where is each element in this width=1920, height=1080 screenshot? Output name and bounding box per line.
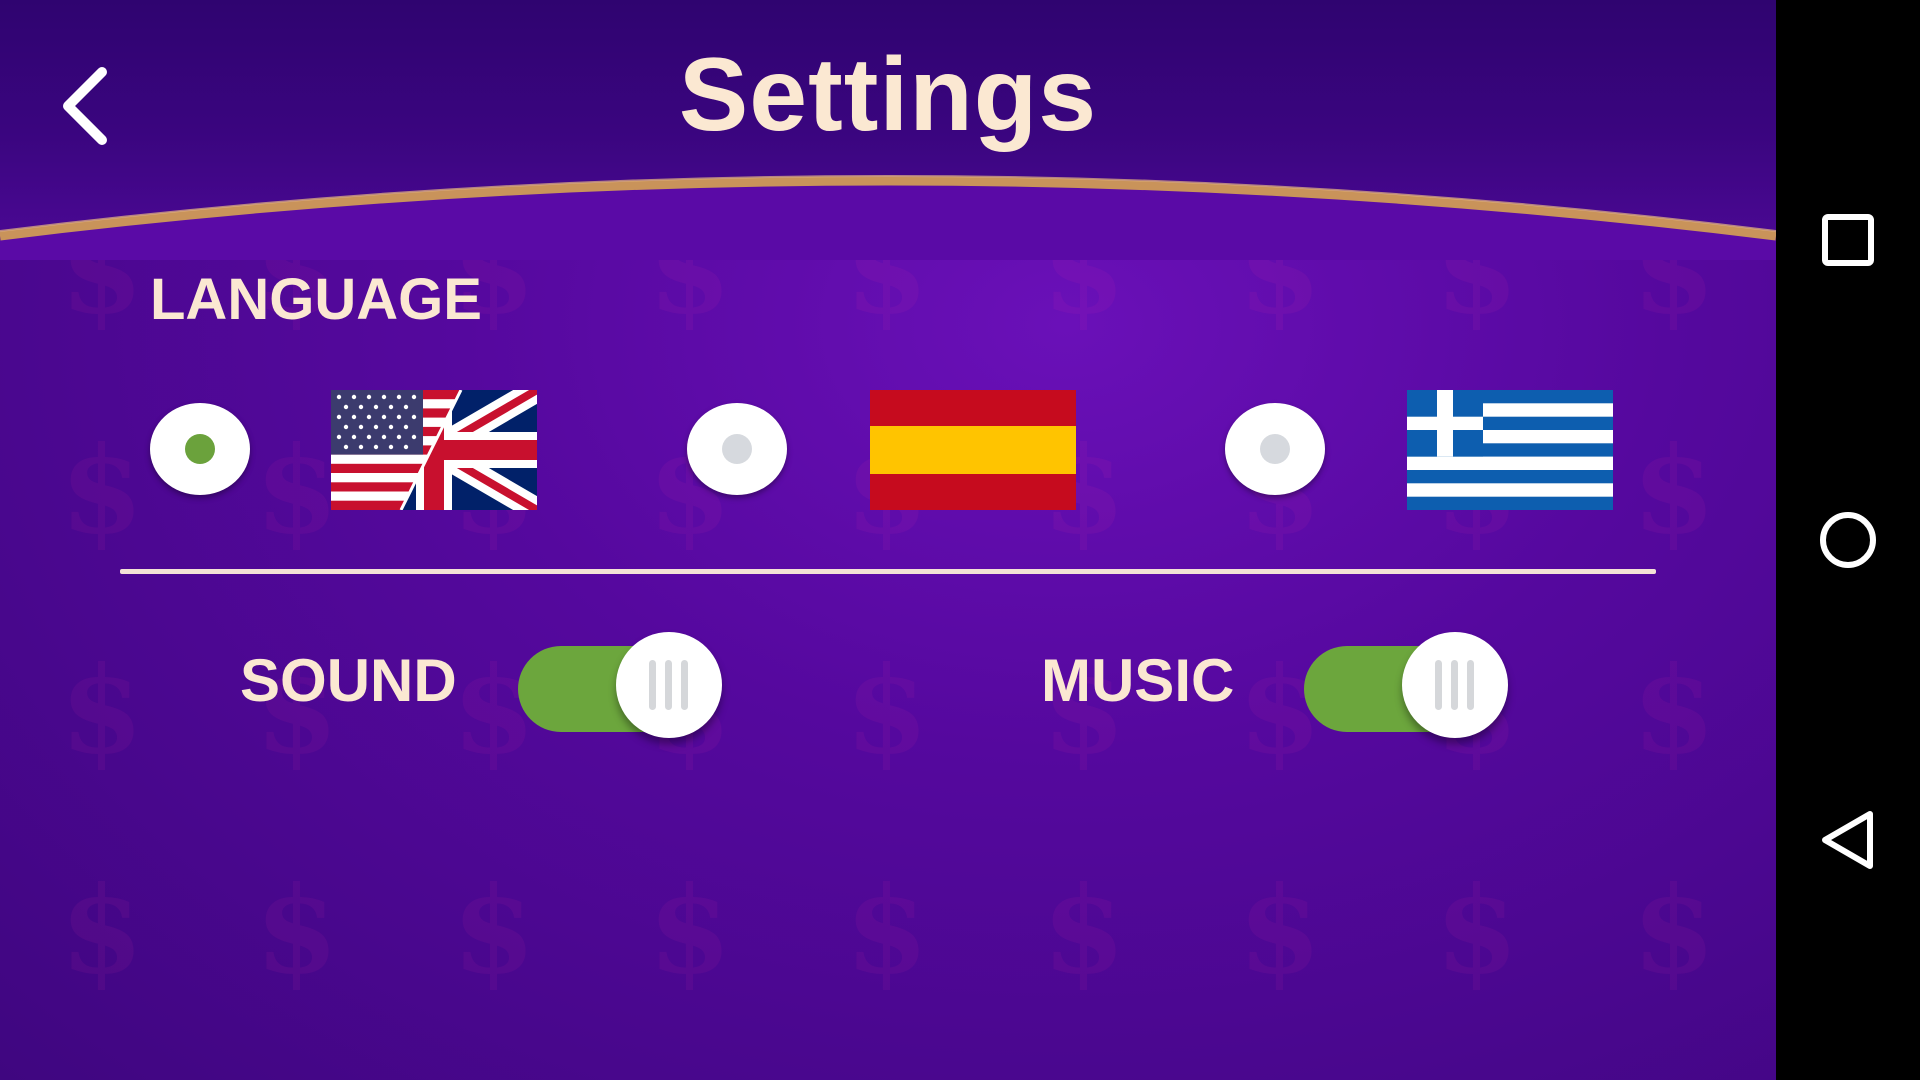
sound-toggle[interactable] <box>518 632 728 742</box>
settings-screen: $$$$$$$$$ $$$$$$$$$ $$$$$$$$$ $$$$$$$$$ … <box>0 0 1776 1080</box>
toggle-knob[interactable] <box>1402 632 1508 738</box>
page-title: Settings <box>678 37 1098 153</box>
radio-selected-dot <box>185 434 215 464</box>
grip-line <box>665 660 672 710</box>
music-label: MUSIC <box>1041 647 1235 714</box>
spain-flag-icon[interactable] <box>870 390 1076 510</box>
grip-line <box>681 660 688 710</box>
grip-line <box>1451 660 1458 710</box>
section-divider <box>120 569 1656 574</box>
language-radio-spanish[interactable] <box>687 403 787 495</box>
back-nav-button[interactable] <box>1798 790 1898 890</box>
sound-label: SOUND <box>240 647 457 714</box>
grip-line <box>1435 660 1442 710</box>
recent-apps-button[interactable] <box>1798 190 1898 290</box>
language-section-title: LANGUAGE <box>150 267 482 332</box>
circle-icon <box>1820 512 1876 568</box>
language-radio-greek[interactable] <box>1225 403 1325 495</box>
greece-flag-icon[interactable] <box>1407 390 1613 510</box>
square-icon <box>1822 214 1874 266</box>
us-uk-flag-icon[interactable] <box>331 390 537 510</box>
header-arc-divider <box>0 175 1776 260</box>
music-toggle[interactable] <box>1304 632 1514 742</box>
radio-unselected-dot <box>722 434 752 464</box>
home-button[interactable] <box>1798 490 1898 590</box>
system-navigation-bar <box>1776 0 1920 1080</box>
grip-line <box>649 660 656 710</box>
language-radio-english[interactable] <box>150 403 250 495</box>
triangle-back-icon <box>1822 811 1873 869</box>
toggle-knob[interactable] <box>616 632 722 738</box>
radio-unselected-dot <box>1260 434 1290 464</box>
grip-line <box>1467 660 1474 710</box>
